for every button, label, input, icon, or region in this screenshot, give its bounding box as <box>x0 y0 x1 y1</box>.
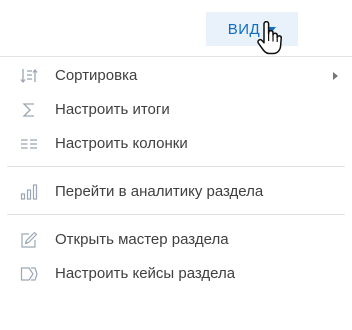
menu-item-section-cases[interactable]: Настроить кейсы раздела <box>0 257 352 291</box>
menu-item-sort[interactable]: Сортировка <box>0 59 352 93</box>
submenu-arrow-icon <box>333 72 338 80</box>
bar-chart-icon <box>20 184 38 200</box>
menu-item-section-wizard[interactable]: Открыть мастер раздела <box>0 223 352 257</box>
sort-icon <box>20 68 38 84</box>
menu-item-label: Настроить итоги <box>55 101 170 118</box>
menu-item-section-analytics[interactable]: Перейти в аналитику раздела <box>0 175 352 209</box>
columns-icon <box>21 139 37 149</box>
menu-divider <box>7 166 345 167</box>
view-menu-screen: ВИД Сортировка Настроить итоги Настроить… <box>0 0 352 330</box>
menu-item-label: Настроить колонки <box>55 135 188 152</box>
menu-item-configure-totals[interactable]: Настроить итоги <box>0 93 352 127</box>
menu-item-label: Сортировка <box>55 67 138 84</box>
menu-divider <box>7 214 345 215</box>
hand-pointer-icon <box>257 21 282 55</box>
sum-sigma-icon <box>22 103 34 117</box>
case-flow-icon <box>20 267 38 281</box>
menu-item-label: Перейти в аналитику раздела <box>55 183 264 200</box>
menu-item-configure-columns[interactable]: Настроить колонки <box>0 127 352 161</box>
menu-item-label: Настроить кейсы раздела <box>55 265 236 282</box>
pencil-edit-icon <box>21 231 38 248</box>
menu-item-label: Открыть мастер раздела <box>55 231 229 248</box>
view-dropdown-menu: Сортировка Настроить итоги Настроить кол… <box>0 56 352 330</box>
